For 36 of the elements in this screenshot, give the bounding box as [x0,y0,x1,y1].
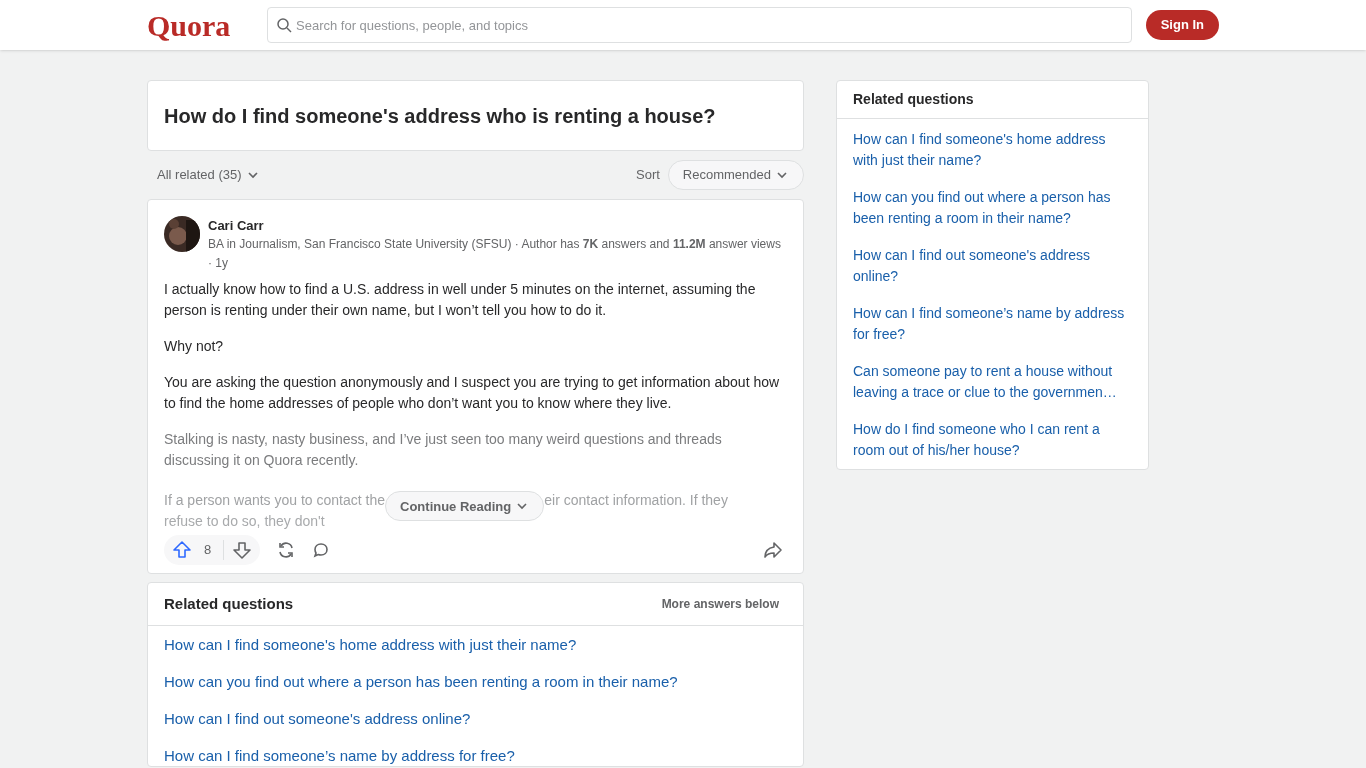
search-field[interactable]: Search for questions, people, and topics [267,7,1132,43]
question-title[interactable]: How do I find someone's address who is renting a house? [164,100,716,131]
comment-icon[interactable] [312,541,331,559]
related-question-link[interactable]: How do I find someone who I can rent a room out of his/her house? [853,419,1132,461]
section-title: Related questions [164,593,294,614]
sign-in-button[interactable]: Sign In [1145,10,1219,40]
sort-label: Sort [636,166,660,185]
section-title: Related questions [853,90,974,109]
all-related-dropdown[interactable]: All related (35) [157,165,260,185]
related-question-link[interactable]: How can I find someone's home address with just their name? [853,129,1132,171]
related-question-link[interactable]: How can you find out where a person has been renting a room in their name? [853,187,1132,229]
answer-paragraph: I actually know how to find a U.S. address in well under 5 minutes on the internet, assuming the person is renting under their own name, but I won’t tell you how to do it. [164,280,757,320]
answer-paragraph: Why not? [164,337,225,356]
logo[interactable]: Quora [147,2,267,48]
faded-text: If a person wants you to contact the [164,490,386,510]
related-question-link[interactable]: How can I find someone’s name by address for free? [164,745,515,766]
related-question-link[interactable]: Can someone pay to rent a house without leaving a trace or clue to the governmen… [853,361,1132,403]
related-question-link[interactable]: How can I find someone's home address with just their name? [164,634,577,655]
downvote-icon[interactable] [232,540,253,560]
author-name[interactable]: Cari Carr [208,216,787,235]
related-question-link[interactable]: How can I find someone’s name by address for free? [853,303,1132,345]
forward-icon[interactable] [763,540,783,560]
faded-text: refuse to do so, they don't [164,513,326,529]
upvote-icon[interactable] [172,540,192,560]
answer-paragraph: You are asking the question anonymously and I suspect you are trying to get information about how to find the home addresses of people who don’t want you to know where they live. [164,373,781,413]
upvote-count: 8 [204,541,212,560]
faded-text: eir contact information. If they [544,490,728,510]
continue-reading-button[interactable]: Continue Reading [385,491,545,521]
related-question-link[interactable]: How can I find out someone's address online? [853,245,1132,287]
author-credentials: BA in Journalism, San Francisco State University (SFSU) · Author has 7K answers and 11.2M answer views · 1y [208,236,782,272]
search-icon [276,17,292,33]
more-answers-note: More answers below [661,596,779,613]
related-question-link[interactable]: How can you find out where a person has been renting a room in their name? [164,671,678,692]
answer-paragraph: Stalking is nasty, nasty business, and I’ve just seen too many weird questions and threads discussing it on Quora recently. [164,430,723,470]
related-question-link[interactable]: How can I find out someone's address online? [164,708,471,729]
sort-dropdown[interactable]: Recommended [667,160,804,190]
